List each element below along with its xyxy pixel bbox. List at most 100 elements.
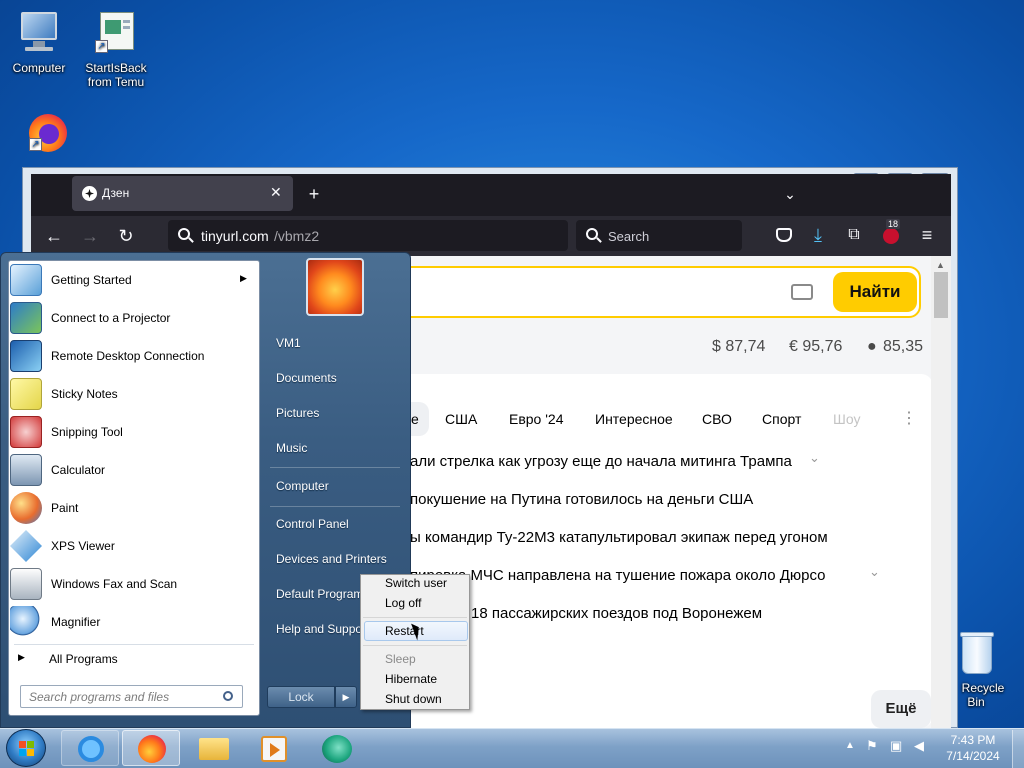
reload-icon[interactable]: ↻ <box>115 226 137 246</box>
xps-viewer-icon <box>10 530 42 562</box>
clock[interactable]: 7:43 PM 7/14/2024 <box>940 732 1006 766</box>
headline[interactable]: ы командир Ту-22М3 катапультировал экипа… <box>410 529 828 546</box>
headline[interactable]: покушение на Путина готовилось на деньги… <box>410 491 753 508</box>
menu-item-log-off[interactable]: Log off <box>385 596 421 610</box>
program-calculator[interactable]: Calculator <box>10 452 250 488</box>
forward-icon[interactable]: → <box>79 226 101 246</box>
start-search-input[interactable]: Search programs and files <box>20 685 243 708</box>
program-getting-started[interactable]: Getting Started ▶ <box>10 262 250 298</box>
program-sticky-notes[interactable]: Sticky Notes <box>10 376 250 412</box>
start-link-control-panel[interactable]: Control Panel <box>276 517 349 531</box>
eur-rate: € 95,76 <box>789 338 843 355</box>
extensions-icon[interactable]: ⧉ <box>843 225 865 245</box>
firefox-icon <box>138 735 166 763</box>
start-link-documents[interactable]: Documents <box>276 371 337 385</box>
start-link-pictures[interactable]: Pictures <box>276 406 319 420</box>
tab-title: Дзен <box>102 186 130 200</box>
scroll-up-icon[interactable]: ▲ <box>936 260 945 270</box>
tab-close-icon[interactable]: ✕ <box>270 184 282 201</box>
keyboard-icon[interactable] <box>791 284 813 300</box>
headline[interactable]: али стрелка как угрозу еще до начала мит… <box>410 453 792 470</box>
expand-chevron-icon[interactable]: ⌄ <box>869 564 880 580</box>
desktop-icon-firefox[interactable]: ↗ <box>1 108 77 159</box>
desktop-icon-computer[interactable]: Computer <box>1 10 77 75</box>
paint-icon <box>10 492 42 524</box>
taskbar-internet-explorer[interactable] <box>61 730 119 766</box>
headline[interactable]: 18 пассажирских поездов под Воронежем <box>471 605 762 622</box>
download-icon[interactable]: ⤓ <box>807 225 829 245</box>
url-bar[interactable]: tinyurl.com /vbmz2 <box>168 220 568 251</box>
news-tab[interactable]: СВО <box>702 411 732 427</box>
lock-button[interactable]: Lock <box>267 686 335 708</box>
list-tabs-chevron-icon[interactable]: ⌄ <box>779 184 801 204</box>
show-desktop-button[interactable] <box>1012 730 1024 768</box>
news-tab[interactable]: Интересное <box>595 411 673 427</box>
program-xps-viewer[interactable]: XPS Viewer <box>10 528 250 564</box>
dzen-search-box[interactable]: Найти <box>381 266 921 318</box>
news-tab[interactable]: Евро '24 <box>509 411 563 427</box>
url-path: /vbmz2 <box>274 228 320 244</box>
ublock-icon[interactable]: 18 <box>883 219 901 244</box>
program-paint[interactable]: Paint <box>10 490 250 526</box>
program-fax-scan[interactable]: Windows Fax and Scan <box>10 566 250 602</box>
headline[interactable]: пировка МЧС направлена на тушение пожара… <box>410 567 826 584</box>
taskbar-explorer[interactable] <box>185 730 243 766</box>
user-avatar[interactable] <box>306 258 364 316</box>
usd-rate: $ 87,74 <box>712 338 766 355</box>
start-link-computer[interactable]: Computer <box>276 479 329 493</box>
search-placeholder: Search <box>608 229 650 244</box>
more-news-button[interactable]: Ещё <box>871 690 931 728</box>
news-tab[interactable]: Спорт <box>762 411 801 427</box>
search-bar[interactable]: Search <box>576 220 742 251</box>
network-icon[interactable]: ▣ <box>890 738 902 754</box>
program-magnifier[interactable]: Magnifier <box>10 604 250 640</box>
new-tab-icon[interactable]: + <box>303 184 325 204</box>
menu-item-hibernate[interactable]: Hibernate <box>385 672 437 686</box>
oil-rate: 85,35 <box>883 338 924 355</box>
start-link-help-support[interactable]: Help and Support <box>276 622 360 636</box>
desktop-icon-label: Computer <box>12 61 66 75</box>
sticky-notes-icon <box>10 378 42 410</box>
internet-explorer-icon <box>78 736 104 762</box>
all-programs-button[interactable]: ▶ All Programs <box>18 650 248 668</box>
desktop-icon-startisback[interactable]: ↗ StartIsBack from Temu <box>78 10 154 89</box>
start-link-default-programs[interactable]: Default Programs <box>276 587 360 601</box>
start-link-devices-printers[interactable]: Devices and Printers <box>276 552 387 566</box>
start-button[interactable] <box>6 729 46 767</box>
expand-chevron-icon[interactable]: ⌄ <box>809 450 820 466</box>
pocket-icon[interactable] <box>776 228 792 242</box>
program-connect-projector[interactable]: Connect to a Projector <box>10 300 250 336</box>
getting-started-icon <box>10 264 42 296</box>
search-icon <box>223 691 233 701</box>
back-icon[interactable]: ← <box>43 226 65 246</box>
scrollbar-thumb[interactable] <box>934 272 948 318</box>
program-remote-desktop[interactable]: Remote Desktop Connection <box>10 338 250 374</box>
browser-tab[interactable]: Дзен ✕ <box>72 176 293 211</box>
news-tab[interactable]: Шоу <box>833 411 860 427</box>
news-tab[interactable]: США <box>445 411 477 427</box>
extension-badge: 18 <box>886 219 901 229</box>
snipping-tool-icon <box>10 416 42 448</box>
show-hidden-icons-icon[interactable]: ▲ <box>845 740 855 751</box>
media-player-icon <box>261 736 287 762</box>
menu-item-switch-user[interactable]: Switch user <box>385 576 447 590</box>
tab-bar: Дзен ✕ + ⌄ <box>31 174 951 216</box>
power-options-button[interactable]: ▶ <box>335 686 357 708</box>
taskbar-media-player[interactable] <box>245 730 303 766</box>
menu-hamburger-icon[interactable]: ≡ <box>916 225 938 245</box>
volume-muted-icon[interactable]: ◀ <box>914 738 924 754</box>
url-host: tinyurl.com <box>201 228 269 244</box>
taskbar-firefox[interactable] <box>122 730 180 766</box>
fax-scan-icon <box>10 568 42 600</box>
action-center-flag-icon[interactable]: ⚑ <box>866 738 878 754</box>
program-snipping-tool[interactable]: Snipping Tool <box>10 414 250 450</box>
start-link-music[interactable]: Music <box>276 441 307 455</box>
taskbar-app[interactable] <box>308 730 366 766</box>
remote-desktop-icon <box>10 340 42 372</box>
scrollbar[interactable]: ▲ <box>931 256 951 728</box>
more-vert-icon[interactable]: ⋮ <box>901 408 917 428</box>
menu-item-shut-down[interactable]: Shut down <box>385 692 442 706</box>
clock-time: 7:43 PM <box>950 733 996 747</box>
find-button[interactable]: Найти <box>833 272 917 312</box>
start-link-user[interactable]: VM1 <box>276 336 301 350</box>
